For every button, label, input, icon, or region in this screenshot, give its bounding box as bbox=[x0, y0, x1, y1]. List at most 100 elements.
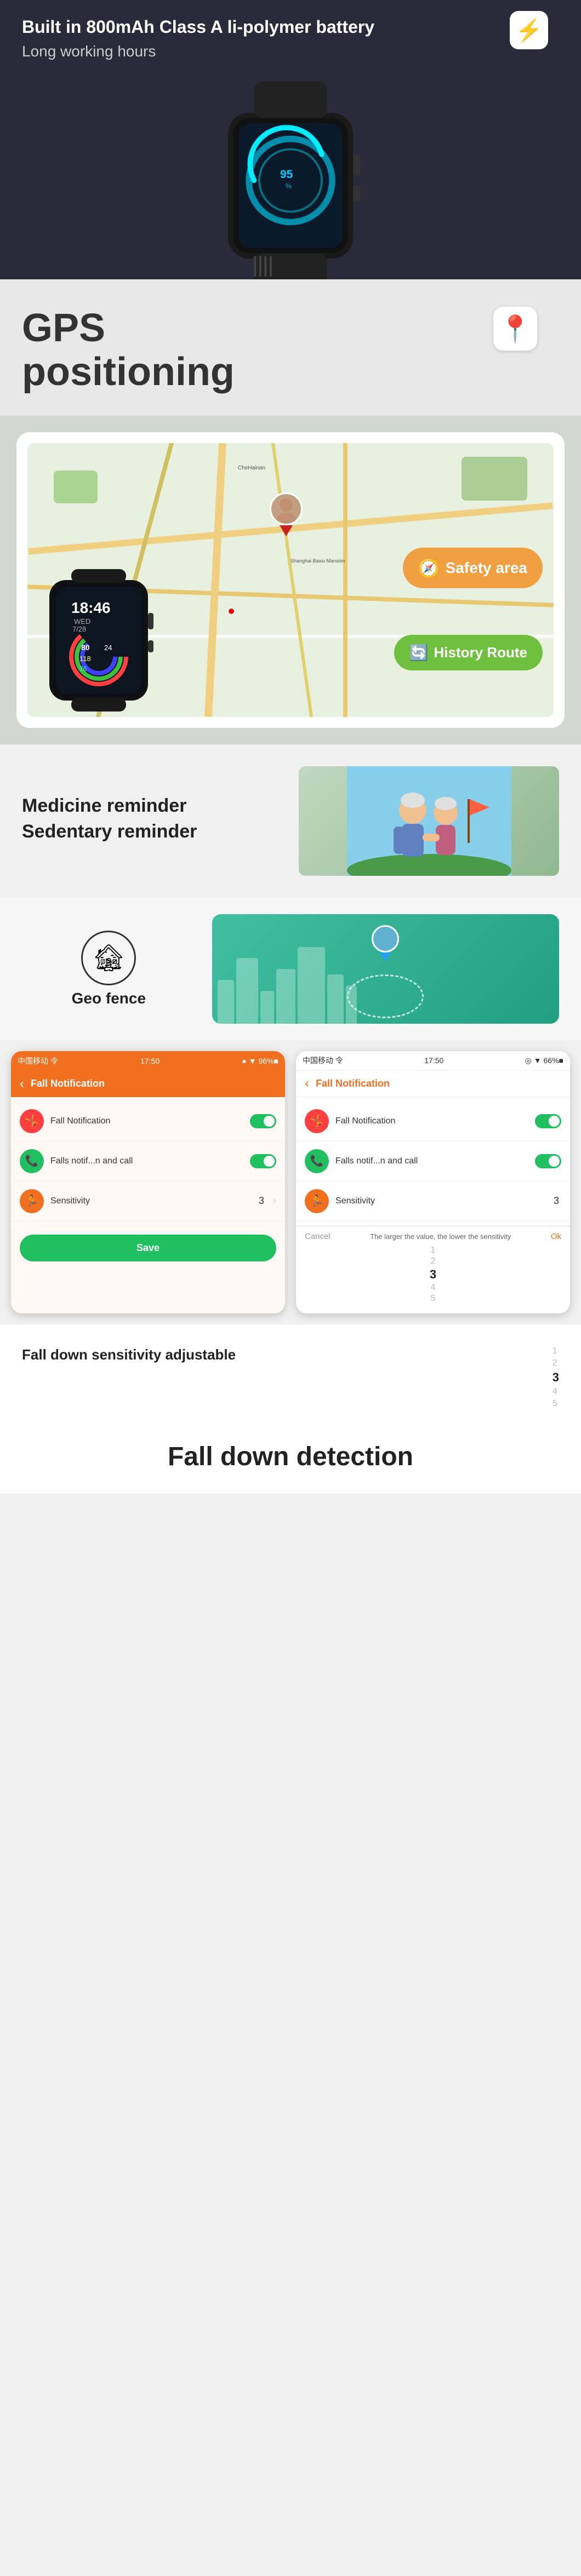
geofence-icon: 🏚 bbox=[81, 931, 136, 985]
svg-text:80: 80 bbox=[81, 643, 90, 652]
svg-text:76: 76 bbox=[79, 665, 87, 673]
map-green-block1 bbox=[54, 471, 98, 503]
fence-icon: 🏚 bbox=[92, 942, 126, 973]
fall-detection-title: Fall down detection bbox=[22, 1442, 559, 1472]
safety-area-label: Safety area bbox=[446, 559, 527, 577]
statusbar-left: 中国移动 令 17:50 ● ▼ 96%■ bbox=[11, 1051, 285, 1071]
time-left: 17:50 bbox=[140, 1057, 160, 1065]
geofence-label: Geo fence bbox=[72, 990, 146, 1007]
signal-right: ◎ ▼ 66%■ bbox=[525, 1056, 563, 1065]
fall-icon2: 🤸 bbox=[310, 1114, 324, 1128]
scale-3: 3 bbox=[552, 1370, 559, 1385]
history-icon: 🔄 bbox=[409, 644, 429, 662]
scale-4: 4 bbox=[552, 1387, 559, 1397]
building7 bbox=[346, 985, 357, 1024]
falls-call-row-right: 📞 Falls notif...n and call bbox=[296, 1141, 570, 1181]
medicine-reminder-label: Medicine reminder bbox=[22, 795, 282, 817]
save-button-left[interactable]: Save bbox=[20, 1235, 276, 1261]
watch-svg: 95 % bbox=[153, 71, 428, 279]
building3 bbox=[260, 991, 274, 1024]
history-route-button[interactable]: 🔄 History Route bbox=[394, 635, 543, 670]
geofence-buildings bbox=[212, 947, 559, 1024]
geofence-map bbox=[212, 914, 559, 1024]
medicine-text-block: Medicine reminder Sedentary reminder bbox=[22, 795, 282, 847]
sens-num-5[interactable]: 5 bbox=[431, 1294, 436, 1304]
falls-call-icon-left: 📞 bbox=[20, 1149, 44, 1173]
back-icon-right[interactable]: ‹ bbox=[305, 1076, 309, 1091]
sensitivity-row-left[interactable]: 🏃 Sensitivity 3 › bbox=[11, 1181, 285, 1221]
road-v2 bbox=[343, 443, 348, 717]
geofence-left-block: 🏚 Geo fence bbox=[22, 931, 196, 1007]
picker-cancel[interactable]: Cancel bbox=[305, 1232, 331, 1241]
fall-desc-block: Fall down sensitivity adjustable bbox=[22, 1346, 542, 1367]
medicine-image bbox=[299, 766, 559, 876]
lightning-icon-box: ⚡ bbox=[510, 11, 548, 49]
sedentary-reminder-label: Sedentary reminder bbox=[22, 821, 282, 842]
picker-ok[interactable]: Ok bbox=[551, 1232, 561, 1241]
gps-icon-box: 📍 bbox=[493, 307, 537, 351]
map-pin-triangle bbox=[280, 525, 293, 536]
carrier-left: 中国移动 令 bbox=[18, 1055, 58, 1066]
fall-notification-row-left: 🤸 Fall Notification bbox=[11, 1101, 285, 1141]
falls-call-label-left: Falls notif...n and call bbox=[50, 1156, 243, 1166]
battery-section: Built in 800mAh Class A li-polymer batte… bbox=[0, 0, 581, 279]
building2 bbox=[236, 958, 258, 1024]
map-pin bbox=[270, 492, 303, 536]
fall-notif-icon-left: 🤸 bbox=[20, 1109, 44, 1133]
fall-notif-toggle-right[interactable] bbox=[535, 1114, 561, 1128]
svg-text:18:46: 18:46 bbox=[71, 599, 111, 616]
phone-icon2: 📞 bbox=[310, 1154, 324, 1168]
carrier-right: 中国移动 令 bbox=[303, 1055, 343, 1066]
back-icon-left[interactable]: ‹ bbox=[20, 1076, 24, 1092]
sensitivity-picker: Cancel The larger the value, the lower t… bbox=[296, 1226, 570, 1313]
sens-num-1[interactable]: 1 bbox=[431, 1246, 436, 1255]
watch-image-battery: 95 % bbox=[22, 71, 559, 279]
sensitivity-val-left: 3 bbox=[259, 1195, 264, 1207]
fall-notif-icon-right: 🤸 bbox=[305, 1109, 329, 1133]
sensitivity-label-left: Sensitivity bbox=[50, 1196, 252, 1206]
watch-on-map: 18:46 WED 7/28 80 118 76 24 bbox=[38, 569, 159, 712]
map-label1: CheHainan bbox=[238, 465, 265, 471]
svg-text:7/28: 7/28 bbox=[72, 625, 86, 633]
map-label2: Shanghai Baxiu Mansion bbox=[290, 558, 345, 564]
scale-5: 5 bbox=[552, 1399, 559, 1409]
sensitivity-row-right[interactable]: 🏃 Sensitivity 3 bbox=[296, 1181, 570, 1221]
falls-call-toggle-left[interactable] bbox=[250, 1154, 276, 1168]
header-title-left: Fall Notification bbox=[31, 1078, 105, 1089]
safety-area-button[interactable]: 🧭 Safety area bbox=[403, 548, 543, 588]
map-background: CheHainan Shanghai Baxiu Mansion bbox=[27, 443, 554, 717]
phone-icon1: 📞 bbox=[25, 1154, 39, 1168]
picker-row: Cancel The larger the value, the lower t… bbox=[305, 1232, 561, 1241]
phone-body-right: 🤸 Fall Notification 📞 Falls notif...n an… bbox=[296, 1097, 570, 1226]
sensitivity-number-picker: 1 2 3 4 5 bbox=[305, 1241, 561, 1308]
time-right: 17:50 bbox=[424, 1056, 443, 1065]
map-red-dot bbox=[227, 607, 235, 615]
sens-num-2[interactable]: 2 bbox=[431, 1257, 436, 1266]
road-diag2 bbox=[267, 443, 316, 717]
sensitivity-icon-right: 🏃 bbox=[305, 1189, 329, 1213]
lightning-icon: ⚡ bbox=[515, 18, 543, 43]
gps-pin-icon: 📍 bbox=[499, 313, 532, 345]
gps-title: GPS bbox=[22, 307, 559, 350]
picker-hint: The larger the value, the lower the sens… bbox=[336, 1232, 545, 1241]
building6 bbox=[327, 974, 344, 1024]
sens-num-4[interactable]: 4 bbox=[431, 1283, 436, 1293]
phone-header-right: ‹ Fall Notification bbox=[296, 1071, 570, 1097]
svg-text:%: % bbox=[286, 182, 292, 190]
signal-left: ● ▼ 96%■ bbox=[242, 1057, 278, 1065]
sensitivity-icon-left: 🏃 bbox=[20, 1189, 44, 1213]
chevron-right-left: › bbox=[273, 1195, 276, 1207]
map-green-block2 bbox=[462, 457, 527, 501]
history-route-label: History Route bbox=[434, 644, 527, 661]
building5 bbox=[298, 947, 325, 1024]
fall-icon1: 🤸 bbox=[25, 1114, 39, 1128]
fall-notif-label-left: Fall Notification bbox=[50, 1116, 243, 1126]
fall-notif-toggle-left[interactable] bbox=[250, 1114, 276, 1128]
road-v1 bbox=[204, 443, 226, 717]
run-icon1: 🏃 bbox=[25, 1194, 39, 1208]
map-section: CheHainan Shanghai Baxiu Mansion bbox=[0, 416, 581, 744]
phone-body-left: 🤸 Fall Notification 📞 Falls notif...n an… bbox=[11, 1097, 285, 1226]
scale-1: 1 bbox=[552, 1346, 559, 1356]
falls-call-toggle-right[interactable] bbox=[535, 1154, 561, 1168]
sens-num-3[interactable]: 3 bbox=[430, 1267, 436, 1282]
